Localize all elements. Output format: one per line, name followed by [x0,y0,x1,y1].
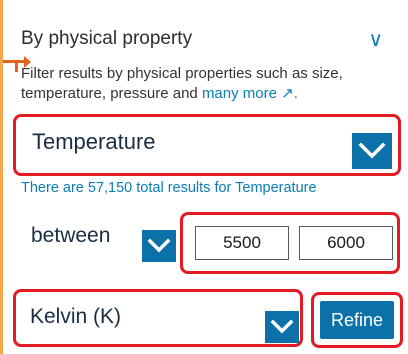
many-more-link[interactable]: many more [202,85,277,102]
chevron-down-icon [147,238,171,253]
results-count-note: There are 57,150 total results for Tempe… [21,180,317,196]
comparison-select-value[interactable]: between [31,224,110,248]
external-link-icon: ↗. [281,85,298,102]
range-min-input[interactable]: 5500 [195,226,289,260]
refine-button[interactable]: Refine [320,301,394,339]
chevron-down-icon [358,142,386,159]
property-select[interactable]: Temperature [13,114,401,176]
physical-property-filter-panel: By physical property ∨ Filter results by… [0,0,408,354]
chevron-down-icon[interactable]: ∨ [368,27,389,51]
section-header[interactable]: By physical property ∨ [21,24,389,54]
range-inputs-group: 5500 6000 [180,212,400,274]
refine-button-highlight: Refine [311,292,403,348]
filter-description: Filter results by physical properties su… [21,64,401,104]
chevron-down-icon [270,319,294,334]
pointer-arrow-icon [3,60,25,63]
property-select-value: Temperature [32,129,156,154]
unit-select-dropdown-button[interactable] [265,311,299,343]
property-select-dropdown-button[interactable] [352,133,392,169]
unit-select[interactable]: Kelvin (K) [13,289,303,347]
comparison-select-dropdown-button[interactable] [142,230,176,262]
range-max-input[interactable]: 6000 [299,226,393,260]
section-title: By physical property [21,28,193,49]
unit-select-value: Kelvin (K) [30,305,122,328]
